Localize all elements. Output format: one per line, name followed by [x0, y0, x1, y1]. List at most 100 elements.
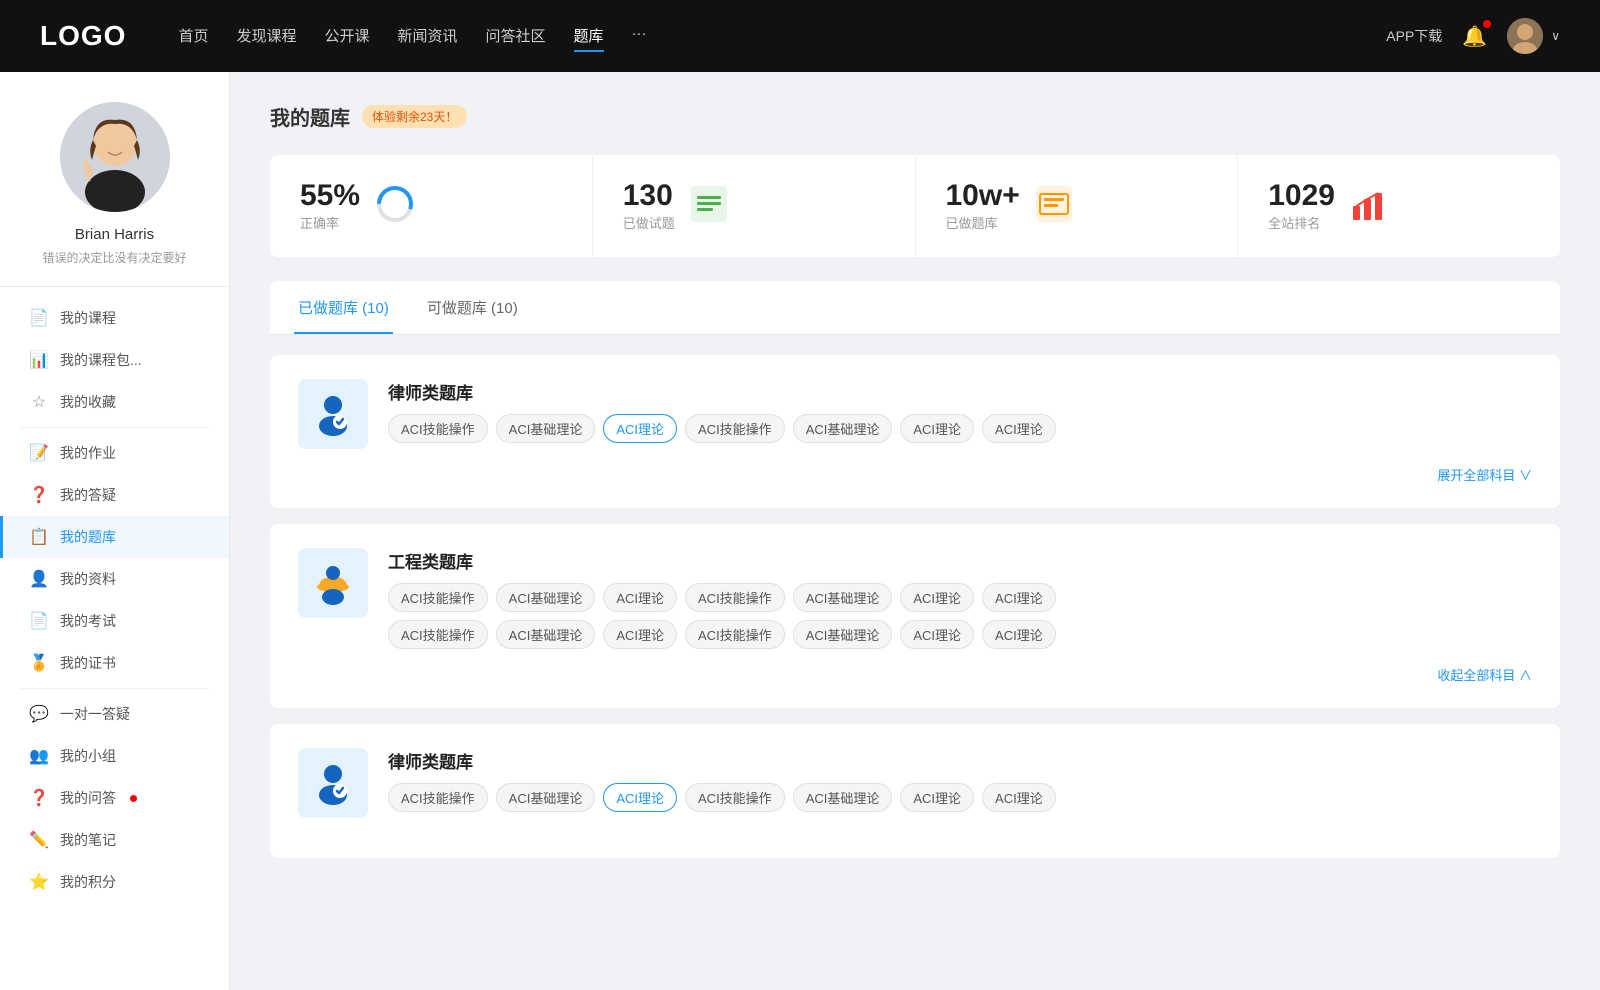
- sidebar-item-profile[interactable]: 👤 我的资料: [0, 558, 229, 600]
- page-title: 我的题库: [270, 102, 350, 131]
- bank-card-header-2: 工程类题库 ACI技能操作 ACI基础理论 ACI理论 ACI技能操作 ACI基…: [298, 548, 1532, 649]
- nav-discover[interactable]: 发现课程: [236, 21, 296, 52]
- tag-3-2[interactable]: ACI理论: [603, 783, 677, 812]
- bank-tags-row2: ACI技能操作 ACI基础理论 ACI理论 ACI技能操作 ACI基础理论 AC…: [388, 620, 1532, 649]
- tag-1-3[interactable]: ACI技能操作: [685, 414, 785, 443]
- bank-card-header-3: 律师类题库 ACI技能操作 ACI基础理论 ACI理论 ACI技能操作 ACI基…: [298, 748, 1532, 818]
- qa-badge: [130, 795, 137, 802]
- certificate-icon: 🏅: [30, 654, 48, 672]
- notification-badge: [1483, 20, 1491, 28]
- tag-2-0[interactable]: ACI技能操作: [388, 583, 488, 612]
- bank-tags-row1: ACI技能操作 ACI基础理论 ACI理论 ACI技能操作 ACI基础理论 AC…: [388, 583, 1532, 612]
- page-header: 我的题库 体验剩余23天！: [270, 102, 1560, 131]
- tag-2r2-3[interactable]: ACI技能操作: [685, 620, 785, 649]
- nav-qa[interactable]: 问答社区: [486, 21, 546, 52]
- tag-1-5[interactable]: ACI理论: [900, 414, 974, 443]
- tag-2-4[interactable]: ACI基础理论: [793, 583, 893, 612]
- bank-title-3: 律师类题库: [388, 748, 1532, 773]
- points-icon: ⭐: [30, 873, 48, 891]
- sidebar-item-exam[interactable]: 📄 我的考试: [0, 600, 229, 642]
- nav-home[interactable]: 首页: [178, 21, 208, 52]
- tag-2-6[interactable]: ACI理论: [982, 583, 1056, 612]
- chevron-down-icon: ∨: [1551, 29, 1560, 43]
- tag-2r2-6[interactable]: ACI理论: [982, 620, 1056, 649]
- menu-divider-1: [20, 427, 209, 428]
- nav-news[interactable]: 新闻资讯: [398, 21, 458, 52]
- sidebar-item-1on1-qa[interactable]: 💬 一对一答疑: [0, 693, 229, 735]
- my-qa-icon: ❓: [30, 789, 48, 807]
- accuracy-chart-icon: [376, 185, 414, 228]
- homework-icon: 📝: [30, 444, 48, 462]
- trial-badge: 体验剩余23天！: [362, 105, 467, 128]
- sidebar-item-group[interactable]: 👥 我的小组: [0, 735, 229, 777]
- done-b-label: 已做题库: [946, 216, 998, 231]
- tag-2r2-2[interactable]: ACI理论: [603, 620, 677, 649]
- nav-bank[interactable]: 题库: [574, 21, 604, 52]
- tag-1-0[interactable]: ACI技能操作: [388, 414, 488, 443]
- rank-label: 全站排名: [1268, 216, 1320, 231]
- rank-chart-icon: [1351, 186, 1387, 227]
- favorite-icon: ☆: [30, 393, 48, 411]
- expand-btn-1[interactable]: 展开全部科目 ∨: [298, 465, 1532, 484]
- tag-2r2-1[interactable]: ACI基础理论: [496, 620, 596, 649]
- sidebar-item-notes[interactable]: ✏️ 我的笔记: [0, 819, 229, 861]
- sidebar-item-favorites[interactable]: ☆ 我的收藏: [0, 381, 229, 423]
- nav-more[interactable]: ···: [632, 21, 647, 52]
- tag-3-6[interactable]: ACI理论: [982, 783, 1056, 812]
- tag-3-3[interactable]: ACI技能操作: [685, 783, 785, 812]
- sidebar-item-homework[interactable]: 📝 我的作业: [0, 432, 229, 474]
- sidebar-item-points[interactable]: ⭐ 我的积分: [0, 861, 229, 903]
- tag-3-1[interactable]: ACI基础理论: [496, 783, 596, 812]
- nav-menu: 首页 发现课程 公开课 新闻资讯 问答社区 题库 ···: [178, 21, 1354, 52]
- sidebar-item-qa[interactable]: ❓ 我的答疑: [0, 474, 229, 516]
- tag-1-6[interactable]: ACI理论: [982, 414, 1056, 443]
- profile-icon: 👤: [30, 570, 48, 588]
- bank-engineer-icon: [298, 548, 368, 618]
- tag-2-2[interactable]: ACI理论: [603, 583, 677, 612]
- sidebar-item-course-package[interactable]: 📊 我的课程包...: [0, 339, 229, 381]
- tab-available-banks[interactable]: 可做题库 (10): [423, 281, 522, 334]
- tag-2-5[interactable]: ACI理论: [900, 583, 974, 612]
- bank-card-3: 律师类题库 ACI技能操作 ACI基础理论 ACI理论 ACI技能操作 ACI基…: [270, 724, 1560, 858]
- profile-avatar: [60, 102, 170, 212]
- stat-rank: 1029 全站排名: [1238, 155, 1560, 257]
- sidebar-item-my-qa[interactable]: ❓ 我的问答: [0, 777, 229, 819]
- bank-info-3: 律师类题库 ACI技能操作 ACI基础理论 ACI理论 ACI技能操作 ACI基…: [388, 748, 1532, 812]
- sidebar-item-question-bank[interactable]: 📋 我的题库: [0, 516, 229, 558]
- tag-2r2-0[interactable]: ACI技能操作: [388, 620, 488, 649]
- accuracy-label: 正确率: [300, 216, 339, 231]
- app-download-btn[interactable]: APP下载: [1386, 26, 1442, 46]
- bank-info-2: 工程类题库 ACI技能操作 ACI基础理论 ACI理论 ACI技能操作 ACI基…: [388, 548, 1532, 649]
- course-package-icon: 📊: [30, 351, 48, 369]
- sidebar: Brian Harris 错误的决定比没有决定要好 📄 我的课程 📊 我的课程包…: [0, 72, 230, 990]
- menu-divider-2: [20, 688, 209, 689]
- tag-1-2[interactable]: ACI理论: [603, 414, 677, 443]
- sidebar-menu: 📄 我的课程 📊 我的课程包... ☆ 我的收藏 📝 我的作业 ❓ 我的答疑 �: [0, 287, 229, 913]
- tag-2-1[interactable]: ACI基础理论: [496, 583, 596, 612]
- tag-1-1[interactable]: ACI基础理论: [496, 414, 596, 443]
- user-avatar-menu[interactable]: ∨: [1507, 18, 1560, 54]
- profile-section: Brian Harris 错误的决定比没有决定要好: [0, 72, 229, 287]
- tag-3-5[interactable]: ACI理论: [900, 783, 974, 812]
- logo[interactable]: LOGO: [40, 20, 126, 52]
- bank-lawyer-icon-1: [298, 379, 368, 449]
- notes-icon: ✏️: [30, 831, 48, 849]
- group-icon: 👥: [30, 747, 48, 765]
- sidebar-item-my-course[interactable]: 📄 我的课程: [0, 297, 229, 339]
- tag-1-4[interactable]: ACI基础理论: [793, 414, 893, 443]
- course-icon: 📄: [30, 309, 48, 327]
- notification-bell[interactable]: 🔔: [1462, 24, 1487, 49]
- bank-card-1: 律师类题库 ACI技能操作 ACI基础理论 ACI理论 ACI技能操作 ACI基…: [270, 355, 1560, 508]
- tab-done-banks[interactable]: 已做题库 (10): [294, 281, 393, 334]
- bank-title-2: 工程类题库: [388, 548, 1532, 573]
- bank-lawyer-icon-3: [298, 748, 368, 818]
- tag-2-3[interactable]: ACI技能操作: [685, 583, 785, 612]
- nav-open-course[interactable]: 公开课: [324, 21, 369, 52]
- sidebar-item-certificate[interactable]: 🏅 我的证书: [0, 642, 229, 684]
- tag-3-4[interactable]: ACI基础理论: [793, 783, 893, 812]
- tag-2r2-5[interactable]: ACI理论: [900, 620, 974, 649]
- collapse-btn-2[interactable]: 收起全部科目 ∧: [298, 665, 1532, 684]
- profile-name: Brian Harris: [75, 226, 154, 243]
- tag-2r2-4[interactable]: ACI基础理论: [793, 620, 893, 649]
- tag-3-0[interactable]: ACI技能操作: [388, 783, 488, 812]
